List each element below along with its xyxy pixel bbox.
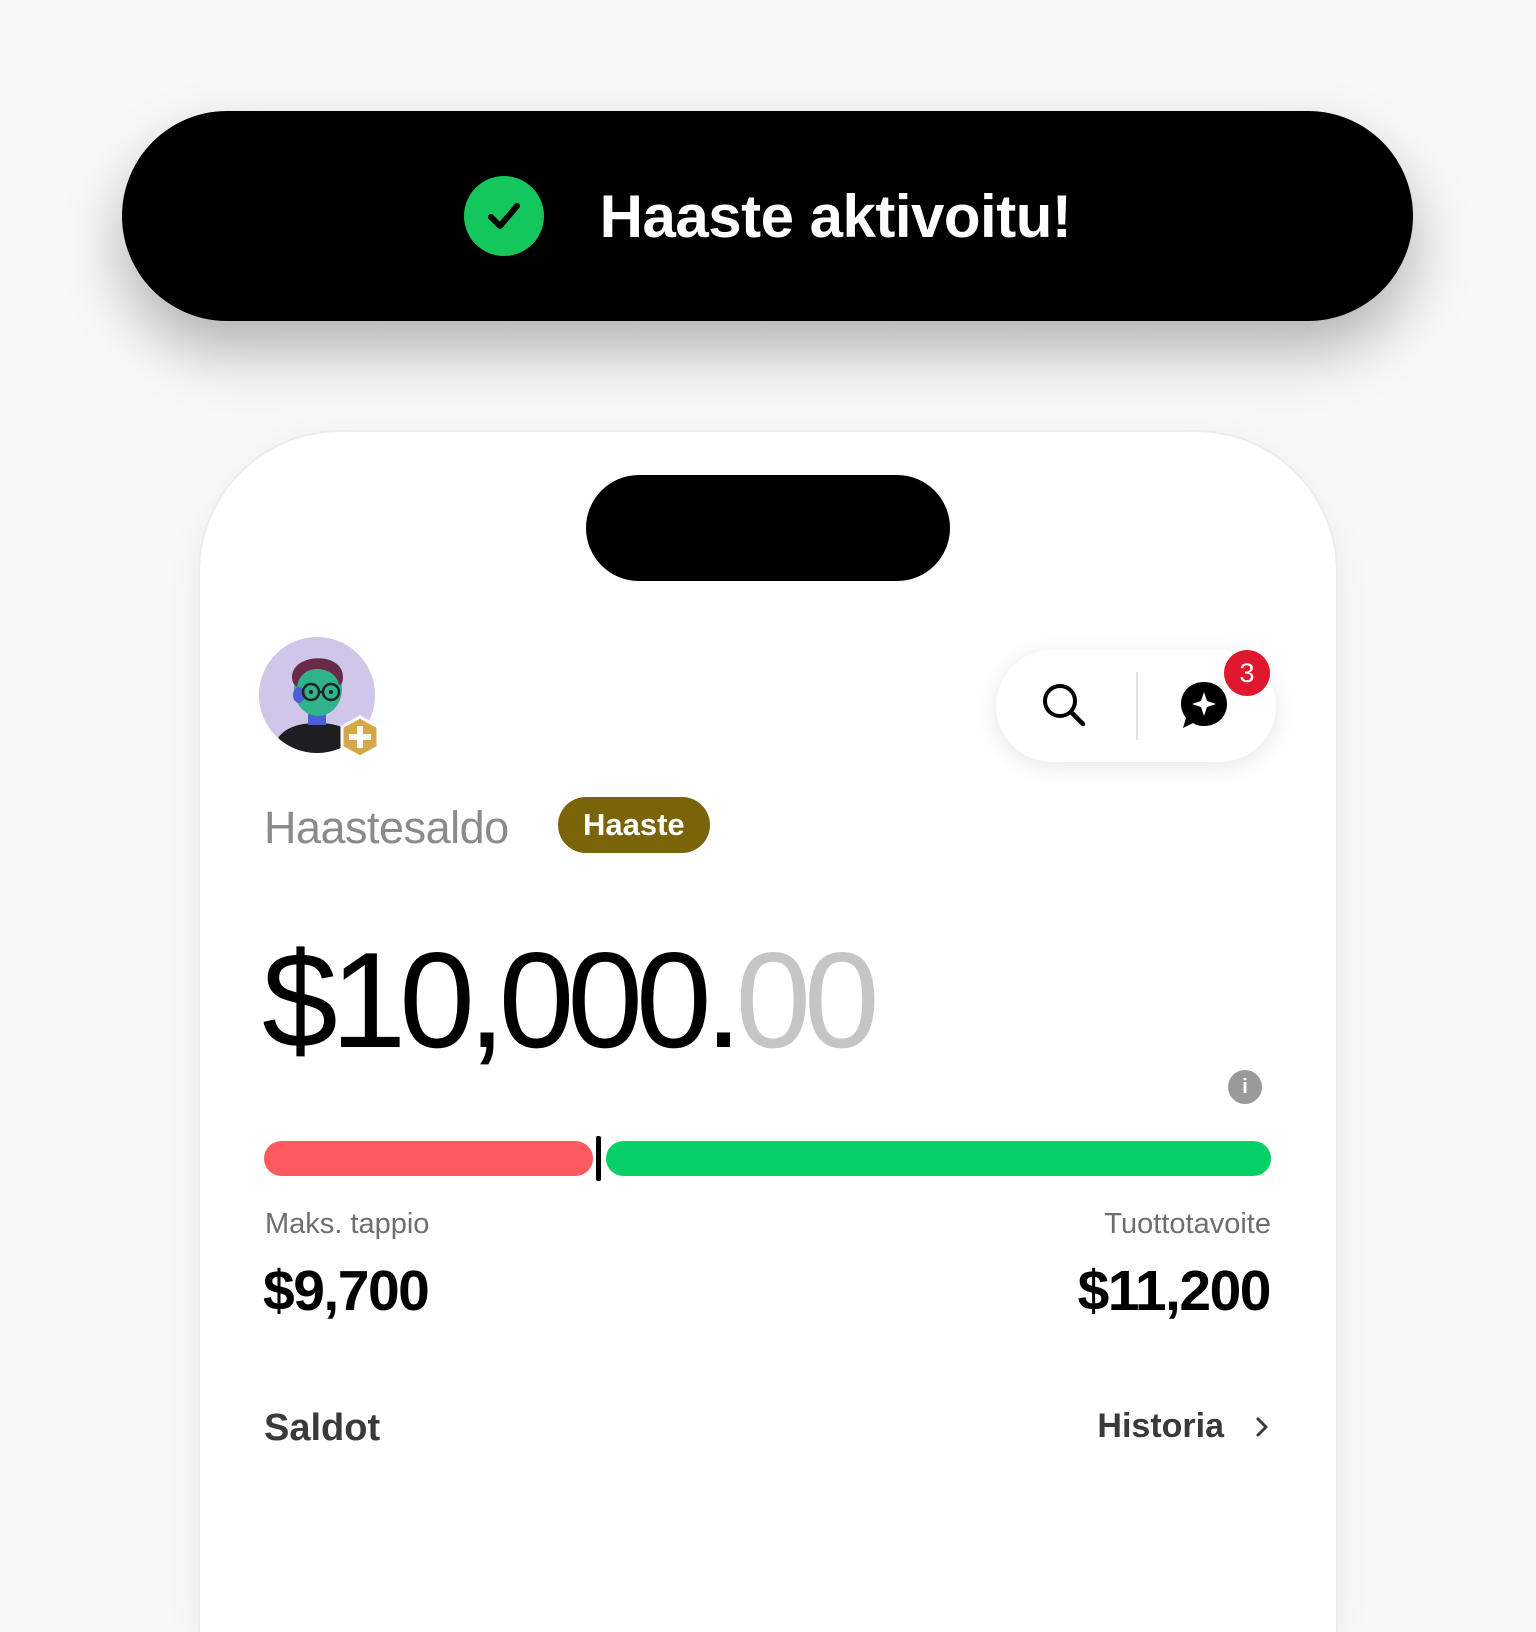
header-actions: 3 [996, 650, 1276, 762]
search-button[interactable] [1032, 675, 1096, 739]
profit-target-label: Tuottotavoite [1104, 1208, 1271, 1240]
profit-bar [606, 1141, 1271, 1176]
divider [1136, 672, 1138, 740]
balance-amount-cents: 00 [735, 924, 879, 1076]
success-toast: Haaste aktivoitu! [122, 111, 1413, 321]
challenge-tag: Haaste [558, 797, 710, 853]
chevron-right-icon [1254, 1415, 1270, 1439]
phone-frame: 3 Haastesaldo Haaste $10,000.00 i Maks. … [200, 432, 1336, 1632]
loss-bar [264, 1141, 593, 1176]
chat-sparkle-icon [1177, 678, 1231, 737]
plus-hexagon-icon [339, 715, 381, 759]
current-balance-marker [596, 1136, 601, 1181]
dynamic-island [586, 475, 950, 581]
search-icon [1039, 680, 1089, 735]
info-icon[interactable]: i [1228, 1070, 1262, 1104]
balance-amount-main: $10,000. [262, 924, 742, 1076]
history-link[interactable]: Historia [1097, 1407, 1270, 1446]
balance-label: Haastesaldo [264, 802, 509, 853]
max-loss-label: Maks. tappio [265, 1208, 430, 1240]
check-circle-icon [463, 176, 544, 256]
balance-amount: $10,000.00 [262, 932, 880, 1068]
toast-message: Haaste aktivoitu! [599, 182, 1072, 250]
history-label: Historia [1097, 1407, 1224, 1445]
max-loss-value: $9,700 [263, 1259, 430, 1323]
profit-target-value: $11,200 [1077, 1259, 1272, 1323]
balances-title: Saldot [264, 1407, 381, 1449]
notification-badge: 3 [1224, 650, 1270, 696]
